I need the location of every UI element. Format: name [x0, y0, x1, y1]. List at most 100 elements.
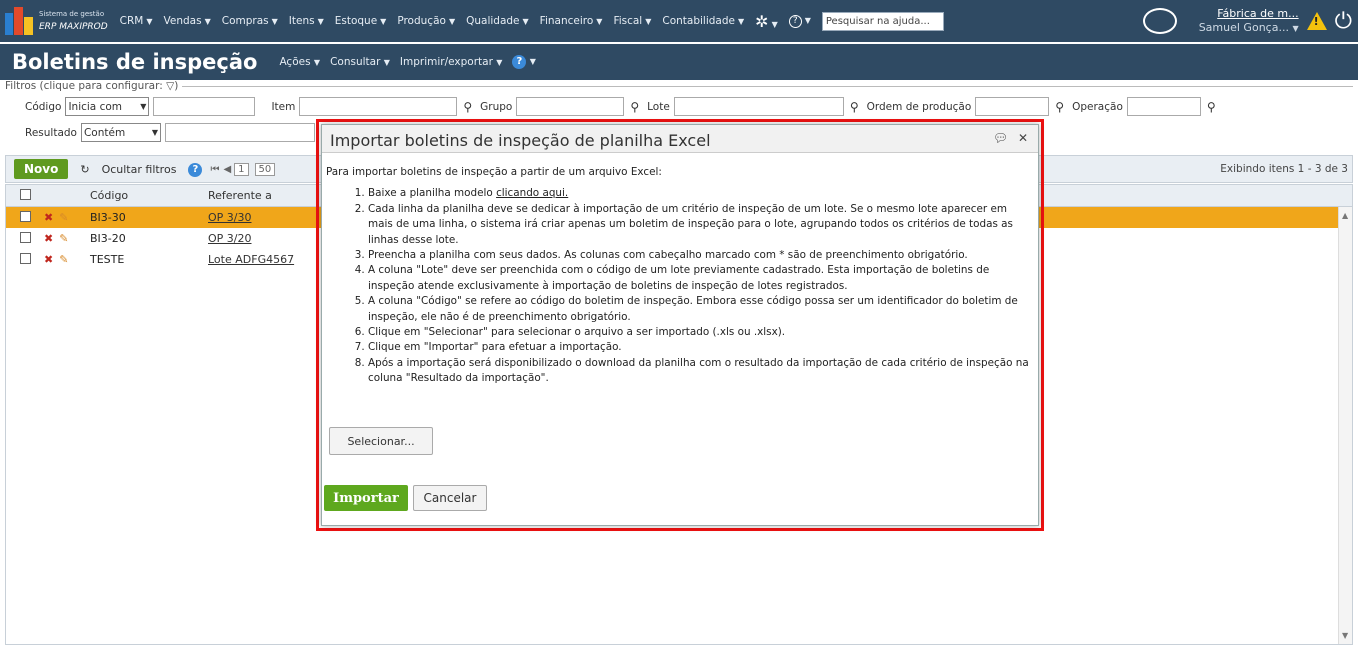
- warning-icon[interactable]: [1306, 12, 1327, 30]
- menu-financeiro[interactable]: Financeiro ▼: [540, 15, 603, 27]
- instructions-list: Baixe a planilha modelo clicando aqui. C…: [326, 186, 1034, 386]
- chevron-down-icon: ▼: [529, 57, 536, 66]
- page-number[interactable]: 1: [234, 162, 249, 176]
- grid-scrollbar[interactable]: ▲ ▼: [1338, 207, 1352, 644]
- chevron-down-icon: ▼: [596, 17, 603, 26]
- row-checkbox[interactable]: [19, 210, 31, 222]
- download-template-link[interactable]: clicando aqui.: [496, 187, 568, 199]
- row-ref-link[interactable]: OP 3/30: [208, 211, 328, 224]
- app-logo[interactable]: Sistema de gestão ERP MAXIPROD: [5, 6, 108, 36]
- top-navigation-bar: Sistema de gestão ERP MAXIPROD CRM ▼ Vend…: [0, 0, 1358, 42]
- lote-label: Lote: [647, 100, 670, 113]
- scroll-down-icon[interactable]: ▼: [1342, 631, 1348, 640]
- header-codigo[interactable]: Código: [90, 189, 208, 202]
- search-icon[interactable]: ⚲: [1207, 100, 1216, 114]
- cancel-button[interactable]: Cancelar: [413, 485, 487, 511]
- menu-compras[interactable]: Compras ▼: [222, 15, 278, 27]
- menu-itens[interactable]: Itens ▼: [289, 15, 324, 27]
- first-page-icon[interactable]: ⏮: [210, 164, 219, 175]
- row-ref-link[interactable]: OP 3/20: [208, 232, 328, 245]
- list-item: A coluna "Lote" deve ser preenchida com …: [368, 263, 1034, 294]
- select-all-checkbox[interactable]: [19, 188, 31, 200]
- print-export-menu[interactable]: Imprimir/exportar ▼: [400, 56, 503, 68]
- display-info: Exibindo itens 1 - 3 de 3: [1220, 163, 1348, 175]
- edit-icon[interactable]: ✎: [59, 211, 68, 224]
- row-checkbox[interactable]: [19, 231, 31, 243]
- menu-contabilidade[interactable]: Contabilidade ▼: [662, 15, 744, 27]
- list-item: A coluna "Código" se refere ao código do…: [368, 294, 1034, 325]
- chevron-down-icon: ▼: [383, 58, 390, 67]
- delete-icon[interactable]: ✖: [44, 232, 53, 245]
- row-ref-link[interactable]: Lote ADFG4567: [208, 253, 328, 266]
- help-icon[interactable]: ?: [188, 162, 203, 177]
- import-button[interactable]: Importar: [324, 485, 408, 511]
- power-icon[interactable]: ⏻: [1335, 9, 1352, 34]
- list-item: Clique em "Importar" para efetuar a impo…: [368, 340, 1034, 355]
- select-file-button[interactable]: Selecionar...: [329, 427, 433, 455]
- menu-estoque[interactable]: Estoque ▼: [335, 15, 387, 27]
- close-icon[interactable]: ✕: [1018, 131, 1028, 145]
- pager: ⏮ ◀ 1 50: [210, 162, 278, 176]
- refresh-icon[interactable]: ↻: [80, 163, 89, 176]
- hide-filters-button[interactable]: Ocultar filtros: [102, 163, 177, 176]
- search-icon[interactable]: ⚲: [1055, 100, 1064, 114]
- help-menu[interactable]: ? ▼: [788, 14, 811, 28]
- new-button[interactable]: Novo: [14, 159, 69, 179]
- comment-icon[interactable]: 💬︎: [993, 131, 1008, 145]
- dialog-intro: Para importar boletins de inspeção a par…: [326, 166, 662, 178]
- search-icon[interactable]: ⚲: [463, 100, 472, 114]
- chevron-down-icon: ▼: [738, 17, 745, 26]
- prev-page-icon[interactable]: ◀: [223, 164, 231, 175]
- header-referente[interactable]: Referente a: [208, 189, 328, 202]
- delete-icon[interactable]: ✖: [44, 253, 53, 266]
- chevron-down-icon: ▼: [448, 17, 456, 26]
- logo-title: ERP MAXIPROD: [39, 22, 108, 32]
- scroll-up-icon[interactable]: ▲: [1342, 211, 1348, 220]
- settings-menu[interactable]: ✲ ▼: [755, 12, 778, 31]
- page-help-menu[interactable]: ? ▼: [512, 55, 536, 69]
- menu-fiscal[interactable]: Fiscal ▼: [613, 15, 651, 27]
- grupo-input[interactable]: [516, 97, 625, 116]
- resultado-mode-select[interactable]: Contém ▼: [80, 123, 161, 142]
- menu-vendas[interactable]: Vendas ▼: [164, 15, 211, 27]
- chevron-down-icon: ▼: [146, 17, 153, 26]
- menu-crm[interactable]: CRM ▼: [120, 15, 153, 27]
- chevron-down-icon: ▼: [522, 17, 529, 26]
- search-icon[interactable]: ⚲: [630, 100, 639, 114]
- main-menu: CRM ▼ Vendas ▼ Compras ▼ Itens ▼ Estoque ▼ Pr…: [120, 11, 944, 31]
- company-link[interactable]: Fábrica de m...: [1199, 7, 1298, 21]
- help-search-input[interactable]: [821, 11, 944, 31]
- item-input[interactable]: [299, 97, 458, 116]
- row-checkbox[interactable]: [19, 252, 31, 264]
- actions-menu[interactable]: Ações ▼: [279, 56, 320, 68]
- delete-icon[interactable]: ✖: [44, 211, 53, 224]
- filter-icon: ▽: [166, 80, 175, 92]
- logo-subtitle: Sistema de gestão: [39, 10, 105, 18]
- user-menu[interactable]: Samuel Gonça... ▼: [1199, 21, 1299, 34]
- chevron-down-icon: ▼: [317, 17, 324, 26]
- list-item: Clique em "Selecionar" para selecionar o…: [368, 325, 1034, 340]
- lote-input[interactable]: [673, 97, 844, 116]
- chevron-down-icon: ▼: [380, 17, 387, 26]
- ordem-input[interactable]: [975, 97, 1050, 116]
- dialog-body: Para importar boletins de inspeção a par…: [322, 153, 1038, 387]
- chevron-down-icon: ▼: [204, 17, 211, 26]
- menu-qualidade[interactable]: Qualidade ▼: [466, 15, 529, 27]
- edit-icon[interactable]: ✎: [59, 253, 68, 266]
- edit-icon[interactable]: ✎: [59, 232, 68, 245]
- chevron-down-icon: ▼: [645, 17, 652, 26]
- chevron-down-icon: ▼: [151, 128, 158, 137]
- menu-producao[interactable]: Produção ▼: [397, 15, 455, 27]
- chevron-down-icon: ▼: [140, 102, 147, 111]
- resultado-label: Resultado: [25, 126, 77, 139]
- filters-legend[interactable]: Filtros (clique para configurar: ▽): [5, 80, 183, 92]
- codigo-mode-select[interactable]: Inicia com ▼: [65, 97, 150, 116]
- chevron-down-icon: ▼: [496, 58, 503, 67]
- codigo-input[interactable]: [153, 97, 256, 116]
- chat-icon[interactable]: [1142, 8, 1177, 34]
- page-size[interactable]: 50: [254, 162, 276, 176]
- operacao-input[interactable]: [1126, 97, 1201, 116]
- consult-menu[interactable]: Consultar ▼: [330, 56, 390, 68]
- resultado-input[interactable]: [164, 123, 315, 142]
- search-icon[interactable]: ⚲: [850, 100, 859, 114]
